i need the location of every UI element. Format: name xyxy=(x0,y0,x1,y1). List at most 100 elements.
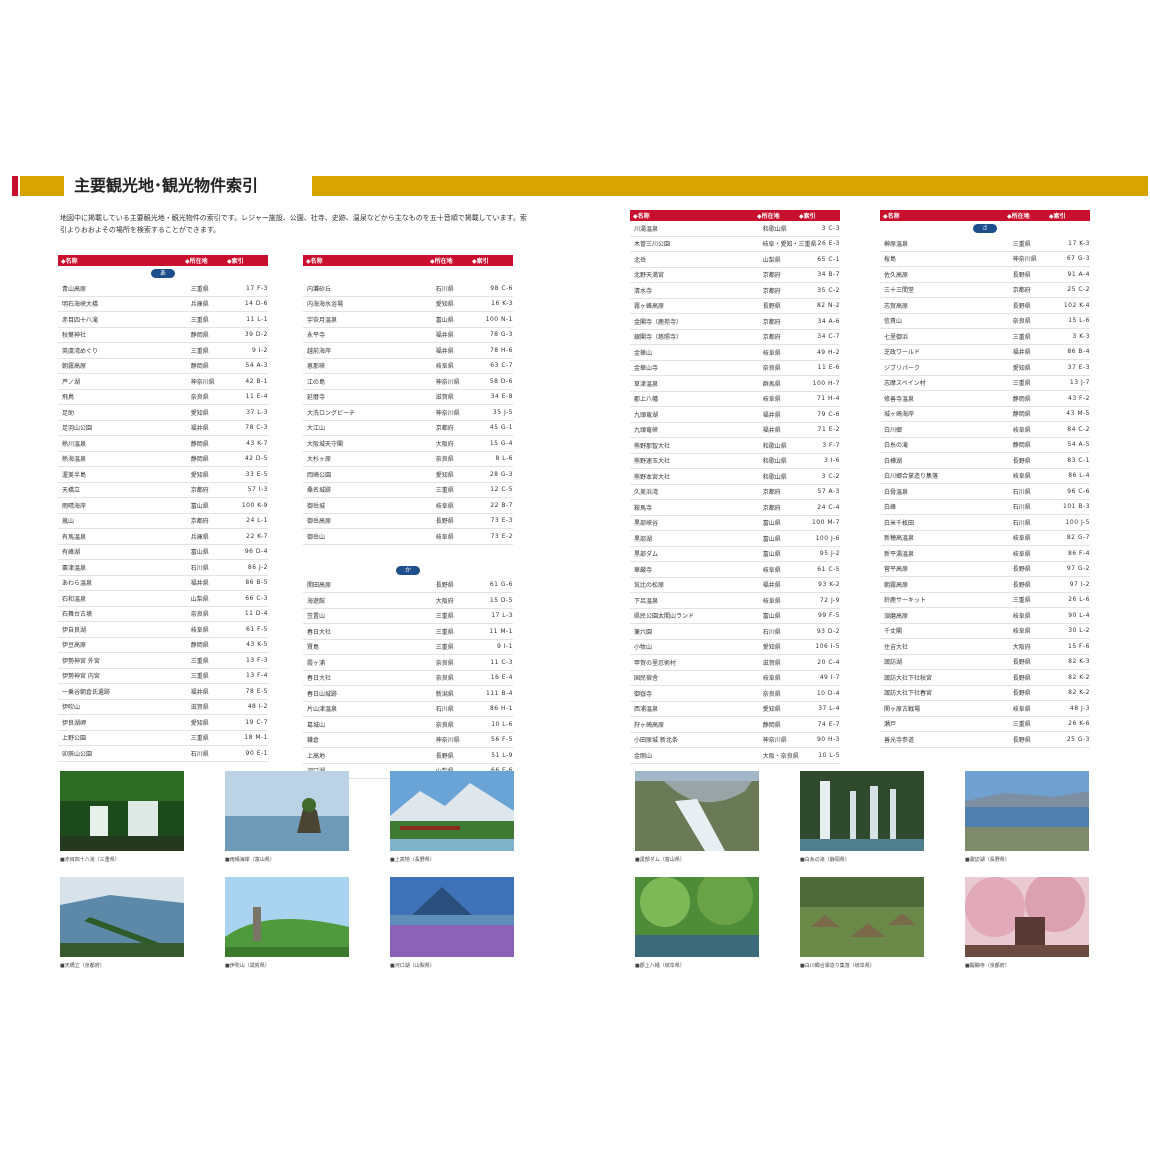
place-pref: 山梨県 xyxy=(190,595,209,603)
place-name: 城ヶ崎海岸 xyxy=(884,411,915,419)
table-row: 北野天満宮 京都府 34 B-7 xyxy=(630,268,840,283)
table-row: 天橋立 京都府 57 I-3 xyxy=(58,483,268,498)
place-pref: 石川県 xyxy=(435,285,454,293)
place-pref: 奈良県 xyxy=(435,675,454,683)
place-index: 100 J-6 xyxy=(815,534,840,542)
place-index: 25 C-2 xyxy=(1067,286,1090,294)
title-red-marker xyxy=(12,176,18,196)
place-pref: 岐阜県 xyxy=(762,396,781,404)
place-pref: 富山県 xyxy=(762,520,781,528)
place-index: 97 G-2 xyxy=(1066,565,1090,573)
place-name: 内灘砂丘 xyxy=(307,285,332,293)
place-pref: 富山県 xyxy=(762,551,781,559)
place-name: 白峰 xyxy=(884,504,897,512)
table-row: 霞ヶ浦 奈良県 11 C-3 xyxy=(303,655,513,671)
place-index: 22 K-7 xyxy=(246,532,268,540)
place-index: 10 L-6 xyxy=(491,720,513,728)
table-row: 足助 愛知県 37 L-3 xyxy=(58,405,268,421)
place-index: 26 E-3 xyxy=(817,240,840,248)
place-name: 志摩スペイン村 xyxy=(884,380,926,388)
table-row: 恵那峡 岐阜県 63 C-7 xyxy=(303,359,513,374)
place-pref: 岐阜県 xyxy=(762,597,781,605)
place-index: 26 K-6 xyxy=(1068,720,1090,728)
table-row: 新穂高温泉 岐阜県 82 G-7 xyxy=(880,531,1090,546)
table-row: 県民公園太閤山ランド 富山県 99 F-5 xyxy=(630,609,840,624)
place-name: 粟津温泉 xyxy=(62,564,87,572)
table-row: 岡崎公園 愛知県 28 G-3 xyxy=(303,467,513,483)
place-index: 22 B-7 xyxy=(490,501,513,509)
place-index: 9 I-1 xyxy=(497,643,513,651)
place-name: 永平寺 xyxy=(307,332,326,340)
table-row: 佐久高原 長野県 91 A-4 xyxy=(880,267,1090,283)
place-name: 伊自良湖 xyxy=(62,626,87,634)
place-name: 大杉ヶ原 xyxy=(307,456,332,464)
place-pref: 大阪府 xyxy=(1012,643,1031,651)
table-row: 英虞湾めぐり 三重県 9 I-2 xyxy=(58,343,268,359)
table-row: 志摩スペイン村 三重県 13 J-7 xyxy=(880,376,1090,391)
section-heading: か xyxy=(303,563,513,578)
place-pref: 奈良県 xyxy=(435,721,454,729)
place-name: 秋葉神社 xyxy=(62,332,87,340)
place-name: 金華山寺 xyxy=(634,365,659,373)
place-index: 86 L-4 xyxy=(1068,472,1090,480)
place-pref: 滋賀県 xyxy=(435,394,454,402)
place-pref: 石川県 xyxy=(1012,488,1031,496)
index-column-2: ◆名称 ◆所在地 ◆索引 内灘砂丘 石川県 98 C-6 内海海水浴場 愛知県 16 K-3 宇奈… xyxy=(303,255,513,779)
place-index: 82 N-2 xyxy=(816,302,840,310)
place-pref: 福井県 xyxy=(1012,349,1031,357)
table-row: 金剛山 大阪・奈良県 10 L-5 xyxy=(630,748,840,764)
table-row: 足羽山公園 福井県 78 C-3 xyxy=(58,421,268,436)
place-index: 100 J-5 xyxy=(1065,518,1090,526)
place-name: 狩ヶ崎高原 xyxy=(634,721,665,729)
table-row: 明石海峡大橋 兵庫県 14 D-6 xyxy=(58,297,268,312)
place-name: 卯辰山公園 xyxy=(62,750,93,758)
place-index: 90 L-4 xyxy=(1068,611,1090,619)
place-name: 気比の松原 xyxy=(634,582,665,590)
place-name: 住吉大社 xyxy=(884,643,909,651)
place-index: 9 I-2 xyxy=(252,346,268,354)
place-pref: 長野県 xyxy=(435,518,454,526)
place-pref: 長野県 xyxy=(1012,736,1031,744)
place-name: 春日大社 xyxy=(307,675,332,683)
place-name: 志賀高原 xyxy=(884,302,909,310)
photo-caption: ■白川郷合掌造り集落（岐阜県） xyxy=(800,963,875,969)
place-index: 15 L-6 xyxy=(1068,317,1090,325)
place-name: 上野公園 xyxy=(62,735,87,743)
place-index: 13 J-7 xyxy=(1069,379,1090,387)
place-name: 桑名城跡 xyxy=(307,487,332,495)
place-pref: 石川県 xyxy=(1012,519,1031,527)
place-index: 8 L-6 xyxy=(495,455,513,463)
place-name: 開田高原 xyxy=(307,582,332,590)
table-row: 清水寺 京都府 35 C-2 xyxy=(630,283,840,299)
place-pref: 三重県 xyxy=(435,487,454,495)
place-index: 71 E-2 xyxy=(817,426,840,434)
place-pref: 三重県 xyxy=(190,347,209,355)
place-pref: 岐阜県 xyxy=(762,675,781,683)
place-name: 伊良湖岬 xyxy=(62,719,87,727)
place-index: 33 E-5 xyxy=(245,470,268,478)
place-index: 96 C-6 xyxy=(1067,487,1090,495)
table-row: 白峰 石川県 101 B-3 xyxy=(880,500,1090,515)
place-index: 15 G-4 xyxy=(489,439,513,447)
place-index: 17 K-3 xyxy=(1068,239,1090,247)
place-pref: 愛知県 xyxy=(190,471,209,479)
place-index: 34 B-7 xyxy=(817,271,840,279)
place-pref: 長野県 xyxy=(1012,302,1031,310)
table-row: 諏訪湖 長野県 82 K-3 xyxy=(880,655,1090,670)
table-row: 須磨高原 岐阜県 90 L-4 xyxy=(880,608,1090,624)
place-index: 93 D-2 xyxy=(816,627,840,635)
table-row: 海遊館 大阪府 15 D-5 xyxy=(303,593,513,609)
place-index: 43 M-5 xyxy=(1066,410,1090,418)
table-row: 春日大社 三重県 11 M-1 xyxy=(303,624,513,640)
place-name: 嵐山 xyxy=(62,518,75,526)
place-index: 3 I-6 xyxy=(824,457,840,465)
place-name: 明石海峡大橋 xyxy=(62,301,99,309)
place-index: 90 H-3 xyxy=(816,736,840,744)
place-pref: 奈良県 xyxy=(435,659,454,667)
place-index: 24 C-4 xyxy=(817,503,840,511)
place-index: 42 B-1 xyxy=(245,377,268,385)
place-pref: 福井県 xyxy=(190,425,209,433)
title-gold-line xyxy=(312,176,1148,196)
place-index: 61 C-5 xyxy=(817,565,840,573)
table-row: 菅平高原 長野県 97 G-2 xyxy=(880,562,1090,577)
